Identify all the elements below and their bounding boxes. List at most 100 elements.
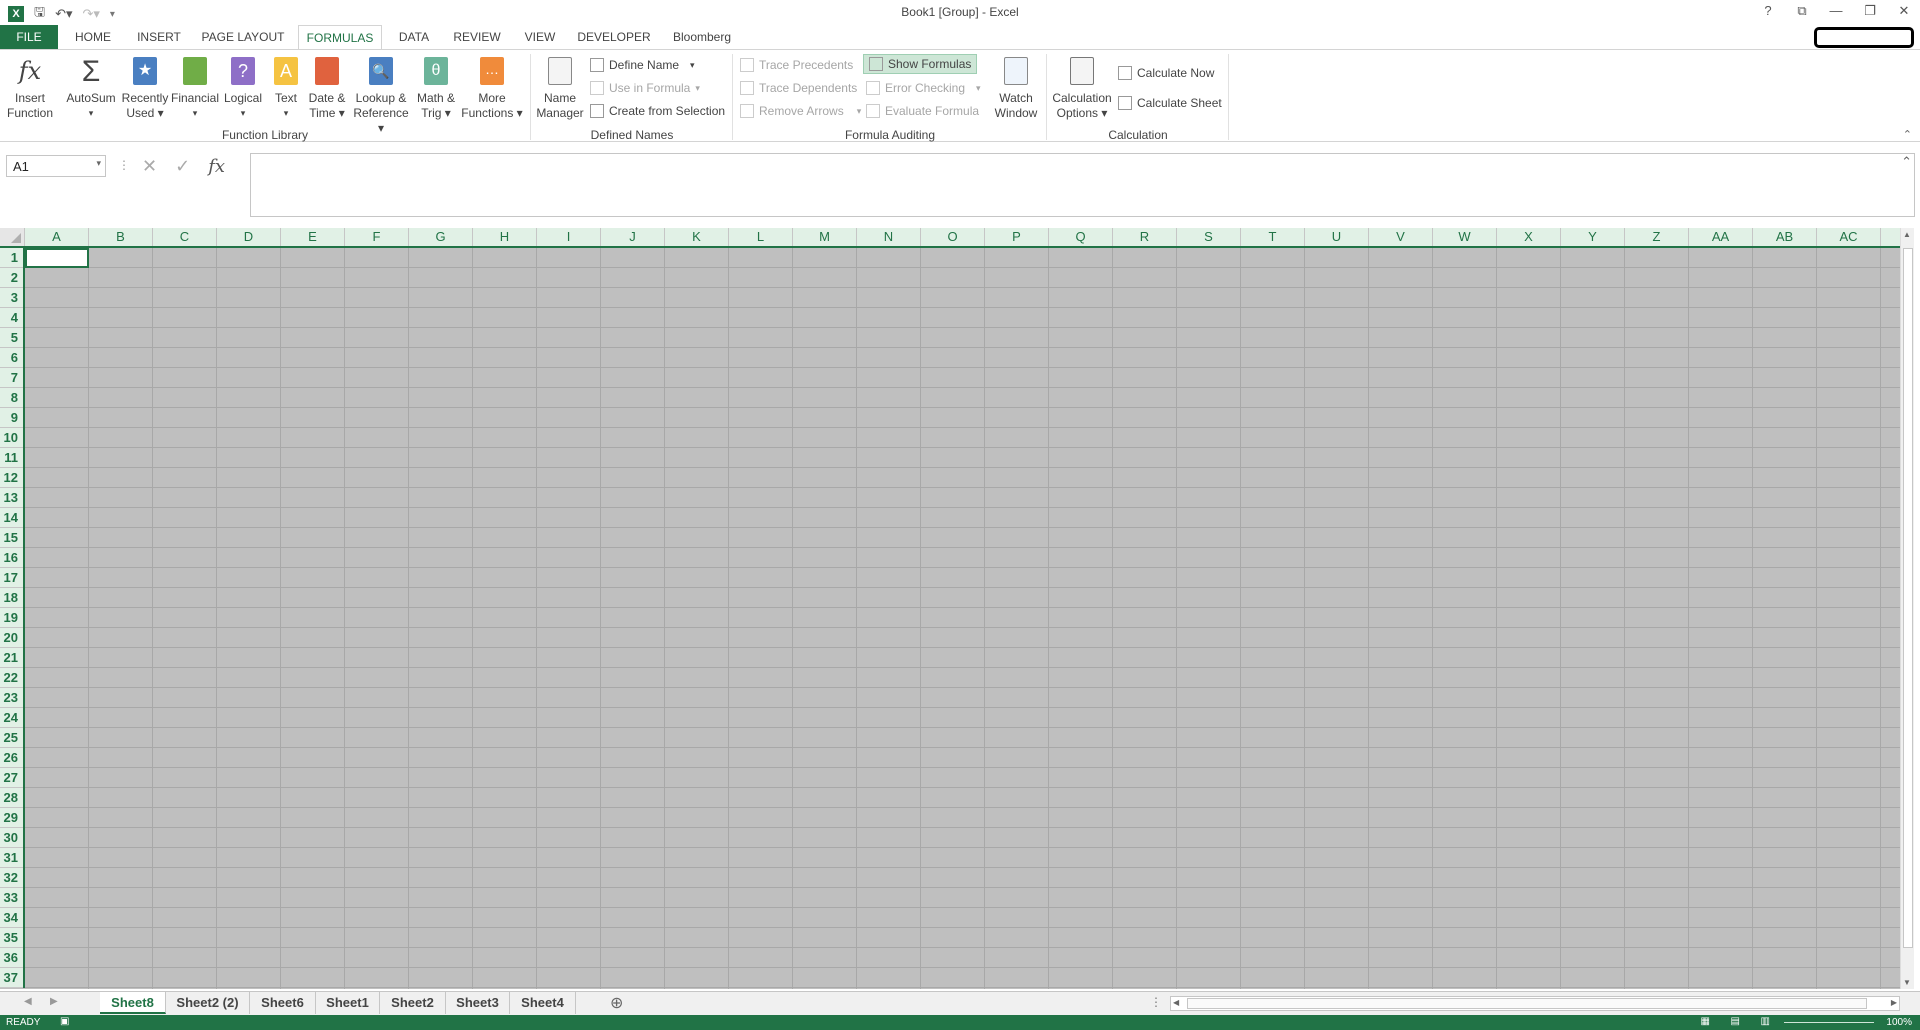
show-formulas-button[interactable]: Show Formulas bbox=[863, 54, 978, 74]
page-layout-view-icon[interactable]: ▤ bbox=[1731, 1016, 1740, 1027]
row-header[interactable]: 9 bbox=[0, 408, 23, 428]
calculate-sheet-button[interactable]: Calculate Sheet bbox=[1118, 93, 1222, 113]
column-header[interactable]: AC bbox=[1817, 228, 1881, 246]
normal-view-icon[interactable]: ▦ bbox=[1701, 1016, 1710, 1027]
column-header[interactable]: B bbox=[89, 228, 153, 246]
row-header[interactable]: 14 bbox=[0, 508, 23, 528]
column-header[interactable]: U bbox=[1305, 228, 1369, 246]
row-header[interactable]: 17 bbox=[0, 568, 23, 588]
tab-formulas[interactable]: FORMULAS bbox=[298, 25, 382, 50]
column-header[interactable]: Z bbox=[1625, 228, 1689, 246]
define-name-button[interactable]: Define Name ▾ bbox=[590, 55, 695, 75]
row-header[interactable]: 21 bbox=[0, 648, 23, 668]
row-header[interactable]: 34 bbox=[0, 908, 23, 928]
scroll-down-icon[interactable]: ▼ bbox=[1903, 978, 1911, 987]
column-header[interactable]: R bbox=[1113, 228, 1177, 246]
tab-insert[interactable]: INSERT bbox=[130, 25, 188, 50]
cancel-icon[interactable]: ✕ bbox=[142, 156, 157, 177]
row-header[interactable]: 33 bbox=[0, 888, 23, 908]
vertical-scroll-thumb[interactable] bbox=[1903, 248, 1913, 948]
row-header[interactable]: 20 bbox=[0, 628, 23, 648]
cell-area[interactable] bbox=[25, 248, 1900, 989]
logical-button[interactable]: ? Logical ▾ bbox=[220, 55, 266, 121]
row-header[interactable]: 12 bbox=[0, 468, 23, 488]
row-header[interactable]: 35 bbox=[0, 928, 23, 948]
column-header[interactable]: C bbox=[153, 228, 217, 246]
autosum-button[interactable]: Σ AutoSum ▾ bbox=[64, 55, 118, 121]
row-header[interactable]: 25 bbox=[0, 728, 23, 748]
sheet-tab-sheet8[interactable]: Sheet8 bbox=[100, 992, 166, 1014]
date-time-button[interactable]: Date & Time ▾ bbox=[306, 55, 348, 121]
trace-precedents-button[interactable]: Trace Precedents bbox=[740, 55, 853, 75]
row-header[interactable]: 29 bbox=[0, 808, 23, 828]
column-header[interactable]: D bbox=[217, 228, 281, 246]
column-header[interactable]: AB bbox=[1753, 228, 1817, 246]
column-header[interactable]: N bbox=[857, 228, 921, 246]
sheet-tab-sheet4[interactable]: Sheet4 bbox=[510, 992, 576, 1014]
more-options-icon[interactable]: ⋮ bbox=[118, 158, 130, 172]
add-sheet-icon[interactable]: ⊕ bbox=[610, 993, 623, 1013]
column-header[interactable]: J bbox=[601, 228, 665, 246]
error-checking-button[interactable]: Error Checking ▾ bbox=[866, 78, 981, 98]
column-header[interactable]: A bbox=[25, 228, 89, 246]
row-header[interactable]: 8 bbox=[0, 388, 23, 408]
tab-file[interactable]: FILE bbox=[0, 25, 58, 50]
column-header[interactable]: F bbox=[345, 228, 409, 246]
column-header[interactable]: AA bbox=[1689, 228, 1753, 246]
column-header[interactable]: H bbox=[473, 228, 537, 246]
page-break-view-icon[interactable]: ▥ bbox=[1761, 1016, 1770, 1027]
column-header[interactable]: K bbox=[665, 228, 729, 246]
evaluate-formula-button[interactable]: Evaluate Formula bbox=[866, 101, 979, 121]
create-from-selection-button[interactable]: Create from Selection bbox=[590, 101, 725, 121]
row-header[interactable]: 22 bbox=[0, 668, 23, 688]
vertical-scrollbar[interactable]: ▲ ▼ bbox=[1900, 228, 1914, 989]
column-header[interactable]: G bbox=[409, 228, 473, 246]
tab-review[interactable]: REVIEW bbox=[446, 25, 508, 50]
insert-function-icon[interactable]: fx bbox=[208, 156, 225, 177]
row-header[interactable]: 5 bbox=[0, 328, 23, 348]
active-cell-a1[interactable] bbox=[25, 248, 89, 268]
ribbon-display-options-icon[interactable]: ⧉ bbox=[1792, 2, 1812, 20]
name-box[interactable]: A1 ▾ bbox=[6, 155, 106, 177]
remove-arrows-button[interactable]: Remove Arrows ▾ bbox=[740, 101, 861, 121]
name-manager-button[interactable]: Name Manager bbox=[534, 55, 586, 121]
row-header[interactable]: 11 bbox=[0, 448, 23, 468]
row-header[interactable]: 32 bbox=[0, 868, 23, 888]
row-header[interactable]: 18 bbox=[0, 588, 23, 608]
row-header[interactable]: 16 bbox=[0, 548, 23, 568]
horizontal-scrollbar[interactable]: ◀ ▶ bbox=[1170, 996, 1900, 1011]
sheet-tab-sheet3[interactable]: Sheet3 bbox=[446, 992, 510, 1014]
row-header[interactable]: 15 bbox=[0, 528, 23, 548]
sheet-tab-sheet1[interactable]: Sheet1 bbox=[316, 992, 380, 1014]
scroll-right-small-icon[interactable]: ▶ bbox=[1891, 998, 1897, 1007]
close-icon[interactable]: ✕ bbox=[1894, 2, 1914, 20]
horizontal-scroll-thumb[interactable] bbox=[1187, 998, 1867, 1009]
chevron-down-icon[interactable]: ▾ bbox=[96, 158, 101, 169]
sheet-tab-sheet2[interactable]: Sheet2 bbox=[380, 992, 446, 1014]
scroll-up-icon[interactable]: ▲ bbox=[1903, 230, 1911, 239]
column-header[interactable]: M bbox=[793, 228, 857, 246]
row-header[interactable]: 23 bbox=[0, 688, 23, 708]
row-header[interactable]: 24 bbox=[0, 708, 23, 728]
row-header[interactable]: 37 bbox=[0, 968, 23, 988]
row-header[interactable]: 7 bbox=[0, 368, 23, 388]
row-header[interactable]: 4 bbox=[0, 308, 23, 328]
sheet-tab-sheet2-2[interactable]: Sheet2 (2) bbox=[166, 992, 250, 1014]
formula-input[interactable]: ⌃ bbox=[250, 153, 1915, 217]
column-header[interactable]: V bbox=[1369, 228, 1433, 246]
column-header[interactable]: P bbox=[985, 228, 1049, 246]
select-all-corner[interactable] bbox=[0, 228, 25, 246]
zoom-slider[interactable] bbox=[1784, 1022, 1874, 1023]
column-header[interactable]: T bbox=[1241, 228, 1305, 246]
lookup-reference-button[interactable]: 🔍 Lookup & Reference ▾ bbox=[350, 55, 412, 136]
column-header[interactable]: I bbox=[537, 228, 601, 246]
financial-button[interactable]: Financial ▾ bbox=[170, 55, 220, 121]
recently-used-button[interactable]: ★ Recently Used ▾ bbox=[120, 55, 170, 121]
trace-dependents-button[interactable]: Trace Dependents bbox=[740, 78, 857, 98]
column-header[interactable]: W bbox=[1433, 228, 1497, 246]
row-header[interactable]: 6 bbox=[0, 348, 23, 368]
minimize-icon[interactable]: — bbox=[1826, 2, 1846, 20]
calculate-now-button[interactable]: Calculate Now bbox=[1118, 63, 1214, 83]
help-button[interactable]: ? bbox=[1758, 2, 1778, 20]
row-header[interactable]: 28 bbox=[0, 788, 23, 808]
